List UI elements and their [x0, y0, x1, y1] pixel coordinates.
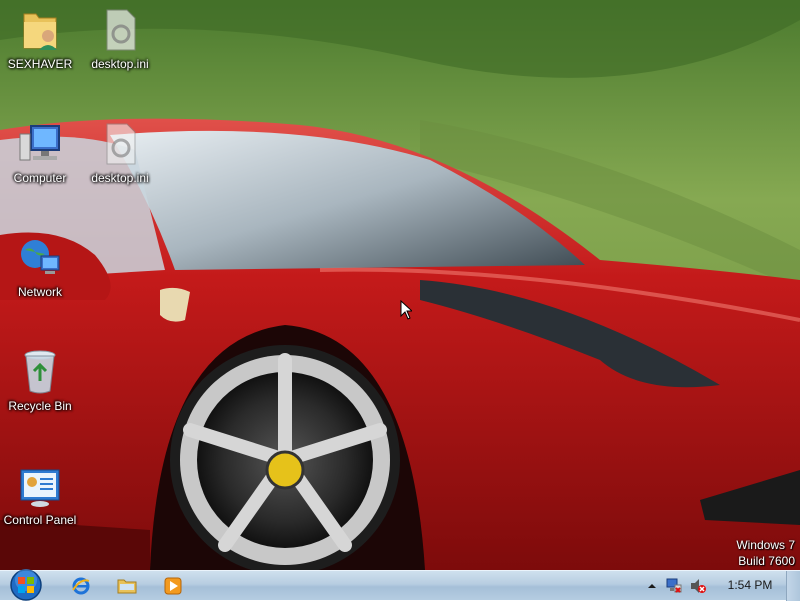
- desktop-icon-label: desktop.ini: [91, 57, 149, 71]
- taskbar-media-player[interactable]: [160, 573, 186, 599]
- desktop-icon-label: Network: [17, 285, 62, 299]
- network-status-button[interactable]: [664, 576, 684, 596]
- computer-icon: [16, 120, 64, 168]
- desktop-icon-label: Recycle Bin: [8, 399, 72, 413]
- folder-icon: [117, 579, 137, 594]
- desktop-icon-label: Computer: [13, 171, 67, 185]
- start-button[interactable]: [6, 568, 46, 602]
- user-folder-icon: [16, 6, 64, 54]
- media-player-icon: [164, 577, 182, 595]
- desktop-icon-desktop-ini-2[interactable]: desktop.ini: [80, 120, 160, 200]
- control-panel-icon: [16, 462, 64, 510]
- taskbar-internet-explorer[interactable]: [68, 573, 94, 599]
- taskbar-clock[interactable]: 1:54 PM: [722, 578, 778, 592]
- taskbar: 1:54 PM: [0, 568, 800, 602]
- volume-muted-icon: [691, 579, 706, 593]
- mouse-pointer-icon: [400, 300, 412, 320]
- desktop[interactable]: SEXHAVER desktop.ini Computer desktop.in…: [0, 0, 800, 570]
- windows-logo-icon: [10, 569, 42, 601]
- taskbar-windows-explorer[interactable]: [114, 573, 140, 599]
- watermark-build: Build 7600: [738, 554, 795, 568]
- desktop-icon-label: SEXHAVER: [7, 57, 73, 71]
- internet-explorer-icon: [72, 577, 90, 595]
- desktop-icon-label: desktop.ini: [91, 171, 149, 185]
- settings-file-icon: [96, 6, 144, 54]
- recycle-bin-icon: [16, 348, 64, 396]
- network-icon: [16, 234, 64, 282]
- show-hidden-icons-button[interactable]: [642, 576, 662, 596]
- network-disconnected-icon: [666, 578, 682, 593]
- settings-file-icon: [96, 120, 144, 168]
- desktop-icon-label: Control Panel: [3, 513, 77, 527]
- watermark-os-name: Windows 7: [736, 538, 795, 552]
- volume-button[interactable]: [688, 576, 708, 596]
- desktop-icon-network[interactable]: Network: [0, 234, 80, 314]
- desktop-icon-recycle-bin[interactable]: Recycle Bin: [0, 348, 80, 428]
- show-desktop-button[interactable]: [786, 571, 800, 601]
- windows-build-watermark: Windows 7 Build 7600: [736, 537, 795, 569]
- desktop-icon-control-panel[interactable]: Control Panel: [0, 462, 80, 542]
- desktop-icon-computer[interactable]: Computer: [0, 120, 80, 200]
- desktop-icon-desktop-ini[interactable]: desktop.ini: [80, 6, 160, 86]
- show-hidden-icons-arrow: [648, 584, 656, 588]
- desktop-icon-user-folder[interactable]: SEXHAVER: [0, 6, 80, 86]
